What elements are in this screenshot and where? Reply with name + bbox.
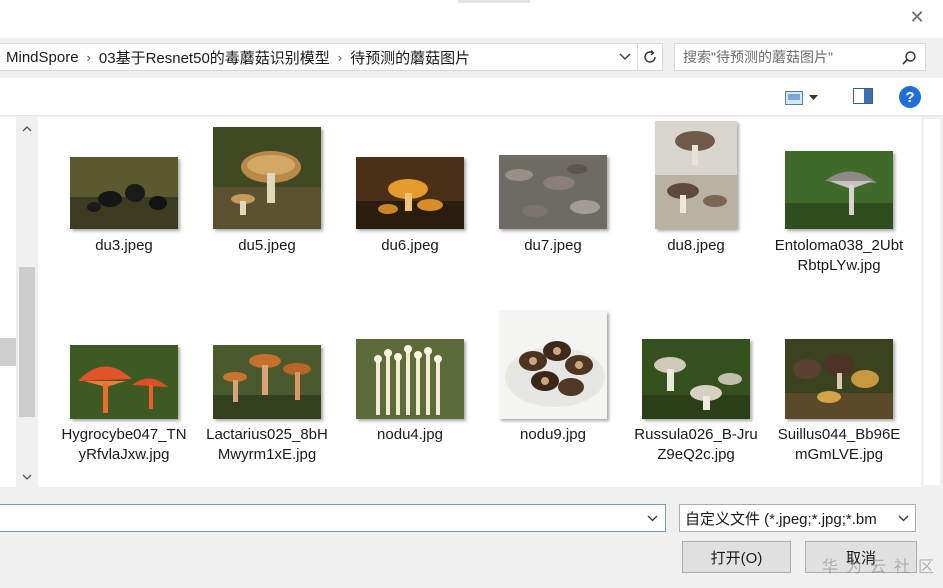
refresh-button[interactable] [637, 43, 663, 71]
refresh-icon [644, 49, 656, 63]
file-thumbnail [202, 307, 332, 419]
file-name: du3.jpeg [95, 237, 153, 254]
toolbar: ? [0, 78, 943, 116]
open-button[interactable]: 打开(O) [682, 541, 791, 573]
file-thumbnail [345, 307, 475, 419]
filename-field[interactable] [0, 504, 666, 532]
mushroom-thumbnail-icon [70, 157, 178, 229]
mushroom-thumbnail-icon [785, 339, 893, 419]
help-icon: ? [905, 88, 915, 106]
dialog-footer: 自定义文件 (*.jpeg;*.jpg;*.bm 打开(O) 取消 华为云社区 [0, 487, 943, 588]
file-item[interactable]: Suillus044_Bb96EmGmLVE.jpg [774, 307, 904, 487]
view-icon [785, 91, 803, 105]
file-item[interactable]: du6.jpeg [345, 117, 475, 307]
file-name: Russula026_B-JruZ9eQ2c.jpg [634, 426, 758, 463]
file-item[interactable]: Hygrocybe047_TNyRfvlaJxw.jpg [59, 307, 189, 487]
preview-pane-button[interactable] [853, 88, 875, 108]
mushroom-thumbnail-icon [213, 345, 321, 419]
file-thumbnail [631, 117, 761, 229]
mushroom-thumbnail-icon [785, 151, 893, 229]
file-item[interactable]: nodu9.jpg [488, 307, 618, 487]
breadcrumb-current-folder[interactable]: 待预测的蘑菇图片 [344, 47, 476, 68]
file-list[interactable]: du3.jpeg du5.jpeg du6.jpeg du7.jpeg du8.… [38, 117, 921, 487]
chevron-up-icon [22, 126, 32, 132]
file-name: du8.jpeg [667, 237, 725, 254]
file-item[interactable]: du7.jpeg [488, 117, 618, 307]
title-bar: ✕ [0, 0, 943, 38]
address-bar[interactable]: MindSpore › 03基于Resnet50的毒蘑菇识别模型 › 待预测的蘑… [0, 43, 638, 71]
chevron-down-icon [809, 95, 818, 100]
address-dropdown-button[interactable] [615, 47, 635, 67]
mushroom-thumbnail-icon [499, 155, 607, 229]
close-button[interactable]: ✕ [900, 4, 934, 30]
filename-input[interactable] [0, 505, 640, 531]
mushroom-thumbnail-icon [70, 345, 178, 419]
scroll-thumb[interactable] [924, 119, 940, 485]
file-thumbnail [488, 117, 618, 229]
file-thumbnail [59, 307, 189, 419]
scroll-up-arrow[interactable] [16, 119, 38, 139]
search-input[interactable] [675, 45, 890, 69]
file-name: Suillus044_Bb96EmGmLVE.jpg [777, 426, 901, 463]
file-thumbnail [774, 117, 904, 229]
navigation-pane[interactable] [0, 117, 38, 487]
file-thumbnail [345, 117, 475, 229]
file-name: nodu9.jpg [520, 426, 586, 443]
chevron-right-icon[interactable]: › [336, 50, 344, 65]
navigation-scrollbar[interactable] [16, 117, 38, 487]
search-icon[interactable] [901, 50, 917, 66]
file-thumbnail [59, 117, 189, 229]
file-item[interactable]: Entoloma038_2UbtRbtpLYw.jpg [774, 117, 904, 307]
file-type-dropdown[interactable] [895, 510, 911, 526]
file-thumbnail [631, 307, 761, 419]
file-list-scrollbar[interactable] [921, 117, 943, 487]
file-thumbnail [488, 307, 618, 419]
file-item[interactable]: Lactarius025_8bHMwyrm1xE.jpg [202, 307, 332, 487]
breadcrumb-mindspore[interactable]: MindSpore [0, 49, 85, 66]
file-name: du6.jpeg [381, 237, 439, 254]
cancel-button[interactable]: 取消 [805, 541, 917, 573]
file-item[interactable]: du8.jpeg [631, 117, 761, 307]
mushroom-thumbnail-icon [655, 121, 737, 229]
chevron-down-icon [647, 515, 657, 521]
file-item[interactable]: Russula026_B-JruZ9eQ2c.jpg [631, 307, 761, 487]
file-item[interactable]: du3.jpeg [59, 117, 189, 307]
file-name: Entoloma038_2UbtRbtpLYw.jpg [774, 237, 904, 274]
file-type-select[interactable]: 自定义文件 (*.jpeg;*.jpg;*.bm [679, 504, 916, 532]
chevron-down-icon [898, 515, 908, 521]
title-tab [458, 0, 530, 3]
preview-pane-icon [853, 88, 873, 104]
file-thumbnail [202, 117, 332, 229]
breadcrumb-resnet-folder[interactable]: 03基于Resnet50的毒蘑菇识别模型 [93, 47, 336, 68]
file-type-selected: 自定义文件 (*.jpeg;*.jpg;*.bm [685, 510, 877, 528]
close-icon: ✕ [909, 6, 925, 27]
file-name: Hygrocybe047_TNyRfvlaJxw.jpg [61, 426, 187, 463]
mushroom-thumbnail-icon [356, 339, 464, 419]
change-view-button[interactable] [785, 88, 831, 108]
mushroom-thumbnail-icon [642, 339, 750, 419]
help-button[interactable]: ? [899, 86, 921, 108]
file-item[interactable]: nodu4.jpg [345, 307, 475, 487]
search-box[interactable] [674, 43, 926, 71]
file-name: nodu4.jpg [377, 426, 443, 443]
mushroom-thumbnail-icon [499, 311, 607, 419]
navigation-selected-item[interactable] [0, 338, 16, 366]
chevron-down-icon [619, 53, 631, 60]
file-name: du7.jpeg [524, 237, 582, 254]
file-name: du5.jpeg [238, 237, 296, 254]
file-thumbnail [774, 307, 904, 419]
file-item[interactable]: du5.jpeg [202, 117, 332, 307]
file-name: Lactarius025_8bHMwyrm1xE.jpg [206, 426, 328, 463]
scroll-thumb[interactable] [19, 267, 35, 417]
filename-history-dropdown[interactable] [643, 509, 661, 527]
mushroom-thumbnail-icon [213, 127, 321, 229]
chevron-right-icon[interactable]: › [85, 50, 93, 65]
scroll-down-arrow[interactable] [16, 467, 38, 487]
mushroom-thumbnail-icon [356, 157, 464, 229]
chevron-down-icon [22, 474, 32, 480]
